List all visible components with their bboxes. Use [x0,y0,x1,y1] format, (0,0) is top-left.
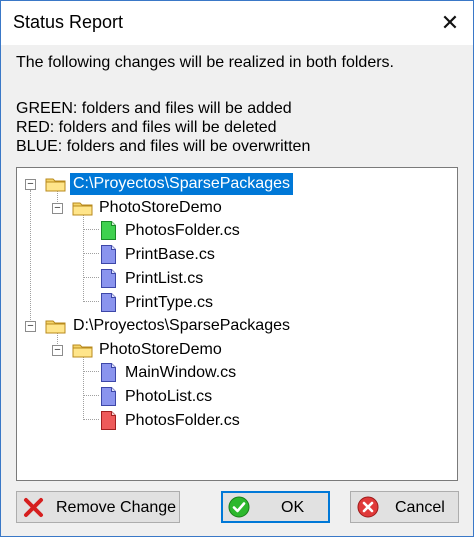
tree-label-folder-d: PhotoStoreDemo [99,341,222,358]
collapse-icon[interactable]: − [25,179,36,190]
remove-change-button[interactable]: Remove Change [16,491,180,523]
tree-label-root-d: D:\Proyectos\SparsePackages [73,317,290,334]
tree-file-label: PrintBase.cs [125,246,215,263]
file-overwritten-icon [101,245,116,264]
tree-file-row[interactable]: PhotosFolder.cs [17,220,457,242]
file-overwritten-icon [101,387,116,406]
legend-blue-text: BLUE: folders and files will be overwrit… [16,138,311,155]
legend-green-text: GREEN: folders and files will be added [16,100,292,117]
tree-file-label: PrintType.cs [125,294,214,311]
tree-node-root-d[interactable]: − D:\Proyectos\SparsePackages [17,315,457,337]
folder-icon [72,202,93,216]
tree-file-label: PhotosFolder.cs [125,222,240,239]
collapse-icon[interactable]: − [52,203,63,214]
cancel-icon [357,496,379,518]
tree-file-row[interactable]: PrintList.cs [17,268,457,290]
changes-tree[interactable]: − C:\Proyectos\SparsePackages − PhotoSto… [16,167,458,481]
tree-node-folder-c[interactable]: − PhotoStoreDemo [17,197,457,219]
tree-file-label: PhotoList.cs [125,388,213,405]
ok-button[interactable]: OK [221,491,330,523]
window-title: Status Report [13,12,124,32]
collapse-icon[interactable]: − [52,345,63,356]
file-overwritten-icon [101,363,116,382]
status-report-dialog: Status Report ✕ The following changes wi… [0,0,474,537]
legend-red-text: RED: folders and files will be deleted [16,119,277,136]
folder-icon [45,320,66,334]
collapse-icon[interactable]: − [25,321,36,332]
tree-file-row[interactable]: PrintType.cs [17,292,457,314]
red-x-icon [24,498,43,517]
file-overwritten-icon [101,269,116,288]
cancel-button[interactable]: Cancel [350,491,459,523]
tree-label-root-c: C:\Proyectos\SparsePackages [69,172,294,196]
close-icon[interactable]: ✕ [427,1,473,45]
tree-file-label: MainWindow.cs [125,364,237,381]
cancel-label: Cancel [395,499,445,516]
title-bar: Status Report ✕ [1,1,473,45]
ok-label: OK [281,499,305,516]
remove-change-label: Remove Change [56,499,177,516]
file-deleted-icon [101,411,116,430]
tree-node-folder-d[interactable]: − PhotoStoreDemo [17,339,457,361]
green-check-icon [228,496,250,518]
folder-icon [45,178,66,192]
tree-file-row[interactable]: PhotosFolder.cs [17,410,457,432]
tree-file-label: PrintList.cs [125,270,204,287]
folder-icon [72,344,93,358]
tree-file-row[interactable]: PrintBase.cs [17,244,457,266]
file-added-icon [101,221,116,240]
tree-file-row[interactable]: MainWindow.cs [17,362,457,384]
tree-label-folder-c: PhotoStoreDemo [99,199,222,216]
file-overwritten-icon [101,293,116,312]
intro-text: The following changes will be realized i… [16,54,394,71]
tree-file-row[interactable]: PhotoList.cs [17,386,457,408]
tree-file-label: PhotosFolder.cs [125,412,240,429]
tree-node-root-c[interactable]: − C:\Proyectos\SparsePackages [17,172,457,196]
